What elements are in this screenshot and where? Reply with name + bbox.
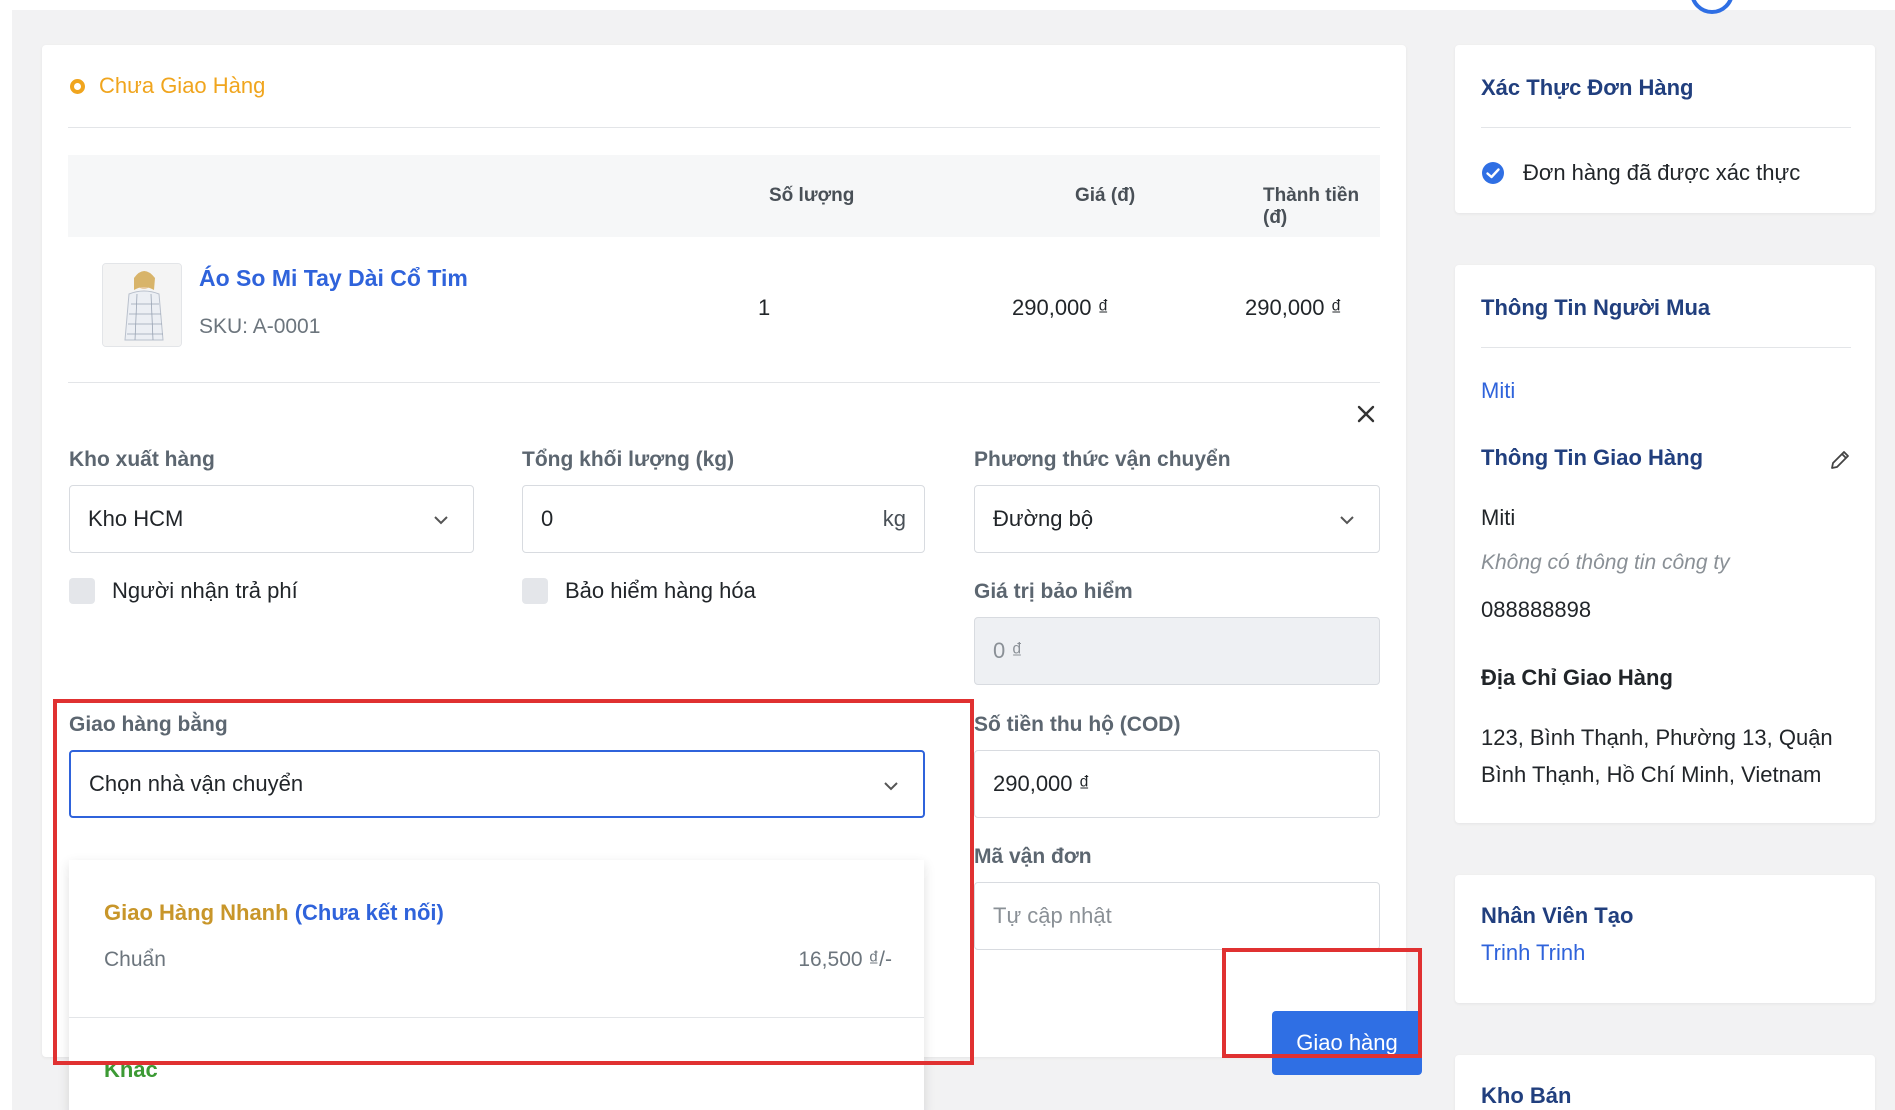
status-label: Chưa Giao Hàng xyxy=(99,73,266,98)
receiver-pays-label: Người nhận trả phí xyxy=(112,578,298,603)
cod-label: Số tiền thu hộ (COD) xyxy=(974,713,1181,736)
edit-pencil-icon[interactable] xyxy=(1828,448,1852,472)
creator-card: Nhân Viên Tạo Trinh Trinh xyxy=(1455,875,1875,1003)
page-edge xyxy=(0,0,12,1110)
verification-status: Đơn hàng đã được xác thực xyxy=(1523,160,1801,185)
sales-warehouse-title: Kho Bán xyxy=(1481,1083,1572,1108)
order-status: Chưa Giao Hàng xyxy=(70,73,265,99)
column-header-total: Thành tiền (đ) xyxy=(1263,185,1360,228)
row-price: 290,000 ₫ xyxy=(1012,295,1109,320)
shipping-method-select[interactable]: Đường bộ xyxy=(974,485,1380,553)
insurance-label: Bảo hiểm hàng hóa xyxy=(565,578,756,603)
cod-value: 290,000 ₫ xyxy=(993,771,1090,796)
sales-warehouse-card: Kho Bán xyxy=(1455,1055,1875,1110)
close-icon[interactable] xyxy=(1352,400,1380,428)
avatar[interactable] xyxy=(1690,0,1734,14)
creator-name-link[interactable]: Trinh Trinh xyxy=(1481,940,1585,966)
warehouse-label: Kho xuất hàng xyxy=(69,448,215,471)
checkbox-box[interactable] xyxy=(69,578,95,604)
highlight-box-carrier xyxy=(53,699,974,1065)
weight-label: Tổng khối lượng (kg) xyxy=(522,448,735,471)
verification-title: Xác Thực Đơn Hàng xyxy=(1481,75,1694,100)
buyer-title: Thông Tin Người Mua xyxy=(1481,295,1711,320)
address-title: Địa Chỉ Giao Hàng xyxy=(1481,665,1673,690)
tracking-label: Mã vận đơn xyxy=(974,845,1092,868)
delivery-title: Thông Tin Giao Hàng xyxy=(1481,445,1704,470)
product-name-link[interactable]: Áo So Mi Tay Dài Cổ Tim xyxy=(199,265,468,292)
checkbox-box[interactable] xyxy=(522,578,548,604)
verified-check-icon xyxy=(1482,162,1504,184)
status-dot-icon xyxy=(70,78,85,94)
column-header-quantity: Số lượng xyxy=(769,185,855,206)
shipping-method-label: Phương thức vận chuyển xyxy=(974,448,1231,471)
delivery-company: Không có thông tin công ty xyxy=(1481,551,1730,574)
product-sku: SKU: A-0001 xyxy=(199,315,321,338)
warehouse-select[interactable]: Kho HCM xyxy=(69,485,474,553)
product-photo-icon xyxy=(103,264,181,346)
divider xyxy=(1481,127,1851,128)
product-image[interactable] xyxy=(102,263,182,347)
address-line-2: Bình Thạnh, Hồ Chí Minh, Vietnam xyxy=(1481,762,1822,787)
row-quantity: 1 xyxy=(758,295,771,320)
verification-card: Xác Thực Đơn Hàng Đơn hàng đã được xác t… xyxy=(1455,45,1875,213)
highlight-box-ship-button xyxy=(1222,948,1422,1058)
cod-input[interactable]: 290,000 ₫ xyxy=(974,750,1380,818)
receiver-pays-checkbox[interactable]: Người nhận trả phí xyxy=(69,578,298,604)
shipping-method-value: Đường bộ xyxy=(993,506,1094,531)
tracking-input[interactable]: Tự cập nhật xyxy=(974,882,1380,950)
warehouse-value: Kho HCM xyxy=(88,506,184,531)
table-header: Số lượng Giá (đ) Thành tiền (đ) xyxy=(68,155,1380,237)
divider xyxy=(68,127,1380,128)
buyer-name-link[interactable]: Miti xyxy=(1481,378,1515,404)
address-line-1: 123, Bình Thạnh, Phường 13, Quận xyxy=(1481,725,1833,750)
insurance-value-input: 0 ₫ xyxy=(974,617,1380,685)
insurance-value-label: Giá trị bảo hiểm xyxy=(974,580,1133,603)
weight-unit: kg xyxy=(882,506,906,531)
divider xyxy=(68,382,1380,383)
divider xyxy=(1481,347,1851,348)
row-total: 290,000 ₫ xyxy=(1245,295,1342,320)
delivery-name: Miti xyxy=(1481,505,1516,530)
column-header-price: Giá (đ) xyxy=(1075,185,1136,206)
tracking-placeholder: Tự cập nhật xyxy=(993,903,1112,928)
chevron-down-icon xyxy=(1340,516,1354,525)
creator-title: Nhân Viên Tạo xyxy=(1481,903,1634,928)
weight-input[interactable]: 0 kg xyxy=(522,485,925,553)
insurance-value-placeholder: 0 ₫ xyxy=(993,638,1023,663)
top-bar xyxy=(12,0,1895,10)
insurance-checkbox[interactable]: Bảo hiểm hàng hóa xyxy=(522,578,756,604)
delivery-phone: 088888898 xyxy=(1481,597,1592,622)
chevron-down-icon xyxy=(434,516,448,525)
weight-value: 0 xyxy=(541,506,554,531)
customer-card: Thông Tin Người Mua Miti Thông Tin Giao … xyxy=(1455,265,1875,823)
